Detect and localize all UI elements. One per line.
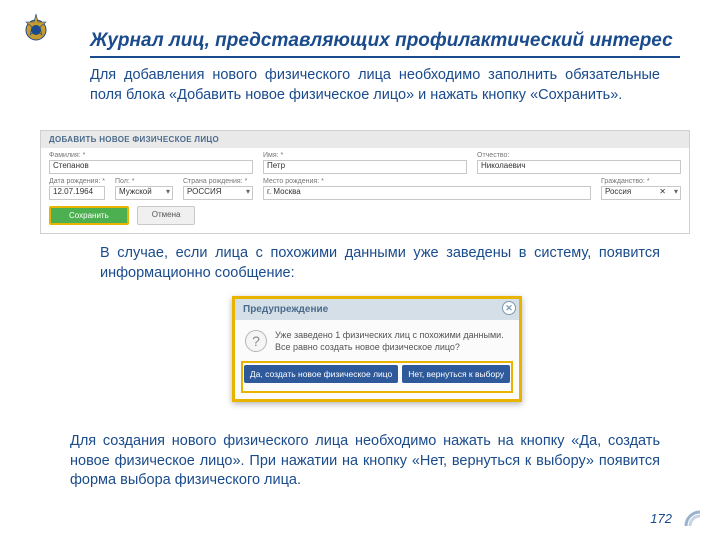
input-patronymic[interactable]: Николаевич [477, 160, 681, 174]
intro-text-2: В случае, если лица с похожими данными у… [100, 244, 660, 283]
dialog-yes-button[interactable]: Да, создать новое физическое лицо [244, 365, 398, 383]
dialog-no-button[interactable]: Нет, вернуться к выбору [402, 365, 510, 383]
page-number: 172 [650, 511, 672, 526]
input-surname[interactable]: Степанов [49, 160, 253, 174]
label-surname: Фамилия: * [49, 152, 253, 159]
save-button[interactable]: Сохранить [49, 206, 129, 225]
input-name[interactable]: Петр [263, 160, 467, 174]
intro-text-1: Для добавления нового физического лица н… [90, 66, 660, 105]
label-name: Имя: * [263, 152, 467, 159]
corner-decoration-icon [682, 508, 704, 530]
select-citizenship[interactable]: Россия ✕ [601, 186, 681, 200]
input-birthplace[interactable]: г. Москва [263, 186, 591, 200]
warning-dialog: Предупреждение ✕ ? Уже заведено 1 физиче… [232, 296, 522, 402]
label-patronymic: Отчество: [477, 152, 681, 159]
form-header: ДОБАВИТЬ НОВОЕ ФИЗИЧЕСКОЕ ЛИЦО [41, 131, 689, 148]
label-citizenship: Гражданство: * [601, 178, 681, 185]
clear-citizenship-icon[interactable]: ✕ [659, 187, 666, 196]
input-dob[interactable]: 12.07.1964 [49, 186, 105, 200]
close-icon[interactable]: ✕ [502, 301, 516, 315]
label-dob: Дата рождения: * [49, 178, 105, 185]
label-country: Страна рождения: * [183, 178, 253, 185]
dialog-title: Предупреждение ✕ [235, 299, 519, 320]
emblem-icon [18, 10, 54, 51]
select-country[interactable]: РОССИЯ [183, 186, 253, 200]
select-sex[interactable]: Мужской [115, 186, 173, 200]
intro-text-3: Для создания нового физического лица нео… [70, 432, 660, 491]
cancel-button[interactable]: Отмена [137, 206, 196, 225]
label-sex: Пол: * [115, 178, 173, 185]
add-person-form: ДОБАВИТЬ НОВОЕ ФИЗИЧЕСКОЕ ЛИЦО Фамилия: … [40, 130, 690, 234]
page-title: Журнал лиц, представляющих профилактичес… [90, 30, 680, 58]
question-icon: ? [245, 330, 267, 352]
label-birthplace: Место рождения: * [263, 178, 591, 185]
dialog-message: Уже заведено 1 физических лиц с похожими… [275, 330, 509, 353]
